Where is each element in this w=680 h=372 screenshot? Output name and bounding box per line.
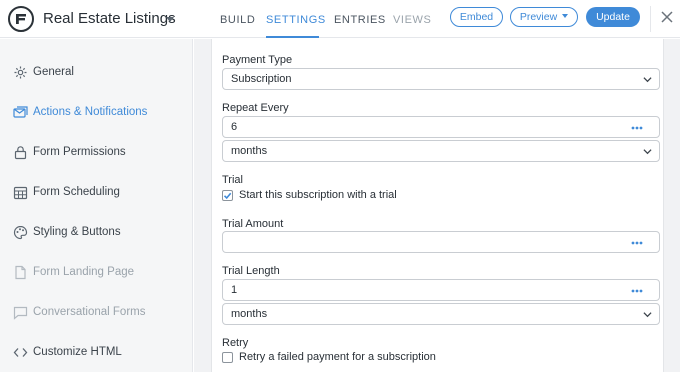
trial-amount-label: Trial Amount bbox=[222, 218, 284, 230]
sidebar-item-label: Actions & Notifications bbox=[33, 106, 148, 118]
sidebar-item-label: Form Scheduling bbox=[33, 186, 120, 198]
more-dots-icon[interactable] bbox=[631, 126, 643, 130]
sidebar-item-conversational-forms[interactable]: Conversational Forms bbox=[0, 301, 193, 325]
code-icon bbox=[13, 345, 28, 360]
retry-label: Retry bbox=[222, 337, 249, 349]
more-dots-icon[interactable] bbox=[631, 289, 643, 293]
top-bar: Real Estate Listings BUILD SETTINGS ENTR… bbox=[0, 0, 680, 38]
tab-entries[interactable]: ENTRIES bbox=[334, 14, 386, 26]
active-tab-indicator bbox=[266, 36, 319, 38]
chevron-down-icon bbox=[643, 77, 652, 83]
sidebar-item-form-scheduling[interactable]: Form Scheduling bbox=[0, 181, 193, 205]
payment-settings-panel: Payment Type Subscription Repeat Every 6… bbox=[211, 39, 664, 372]
more-dots-icon[interactable] bbox=[631, 241, 643, 245]
notifications-icon bbox=[13, 105, 28, 120]
repeat-every-label: Repeat Every bbox=[222, 102, 289, 114]
settings-sidebar: General Actions & Notifications Form Per… bbox=[0, 39, 193, 372]
trial-amount-input[interactable] bbox=[222, 231, 660, 253]
trial-length-value: 1 bbox=[231, 284, 238, 296]
trial-checkbox[interactable] bbox=[222, 190, 233, 201]
sidebar-item-label: General bbox=[33, 66, 74, 78]
form-title[interactable]: Real Estate Listings bbox=[43, 10, 176, 27]
repeat-every-input[interactable]: 6 bbox=[222, 116, 660, 138]
payment-type-select[interactable]: Subscription bbox=[222, 68, 660, 90]
chat-icon bbox=[13, 305, 28, 320]
close-icon[interactable] bbox=[659, 9, 675, 25]
preview-button[interactable]: Preview bbox=[510, 7, 578, 27]
trial-length-label: Trial Length bbox=[222, 265, 280, 277]
repeat-every-unit-value: months bbox=[231, 145, 268, 157]
sidebar-item-styling-buttons[interactable]: Styling & Buttons bbox=[0, 221, 193, 245]
sidebar-item-label: Form Landing Page bbox=[33, 266, 135, 278]
tab-build[interactable]: BUILD bbox=[220, 14, 255, 26]
lock-icon bbox=[13, 145, 28, 160]
trial-label: Trial bbox=[222, 174, 243, 186]
checkmark-icon bbox=[223, 192, 232, 200]
sidebar-item-customize-html[interactable]: Customize HTML bbox=[0, 341, 193, 365]
retry-checkbox-label[interactable]: Retry a failed payment for a subscriptio… bbox=[239, 351, 436, 363]
sidebar-item-actions-notifications[interactable]: Actions & Notifications bbox=[0, 101, 193, 125]
settings-main: Payment Type Subscription Repeat Every 6… bbox=[194, 39, 680, 372]
payment-type-value: Subscription bbox=[231, 73, 292, 85]
gear-icon bbox=[13, 65, 28, 80]
chevron-down-icon bbox=[562, 14, 569, 18]
payment-type-label: Payment Type bbox=[222, 54, 293, 66]
embed-button[interactable]: Embed bbox=[450, 7, 503, 27]
chevron-down-icon[interactable] bbox=[166, 17, 174, 22]
calendar-icon bbox=[13, 185, 28, 200]
trial-checkbox-label[interactable]: Start this subscription with a trial bbox=[239, 189, 397, 201]
palette-icon bbox=[13, 225, 28, 240]
sidebar-item-general[interactable]: General bbox=[0, 61, 193, 85]
sidebar-item-label: Customize HTML bbox=[33, 346, 122, 358]
repeat-every-value: 6 bbox=[231, 121, 238, 133]
sidebar-item-label: Form Permissions bbox=[33, 146, 126, 158]
sidebar-item-label: Conversational Forms bbox=[33, 306, 146, 318]
update-button[interactable]: Update bbox=[586, 7, 640, 27]
preview-button-label: Preview bbox=[519, 11, 558, 23]
chevron-down-icon bbox=[643, 149, 652, 155]
sidebar-item-label: Styling & Buttons bbox=[33, 226, 121, 238]
chevron-down-icon bbox=[643, 312, 652, 318]
repeat-every-unit-select[interactable]: months bbox=[222, 140, 660, 162]
header-divider bbox=[650, 6, 651, 32]
page-icon bbox=[13, 265, 28, 280]
tab-settings[interactable]: SETTINGS bbox=[266, 14, 326, 26]
formidable-logo-icon[interactable] bbox=[8, 6, 34, 32]
retry-checkbox[interactable] bbox=[222, 352, 233, 363]
trial-length-input[interactable]: 1 bbox=[222, 279, 660, 301]
sidebar-item-form-landing-page[interactable]: Form Landing Page bbox=[0, 261, 193, 285]
trial-length-unit-value: months bbox=[231, 308, 268, 320]
trial-length-unit-select[interactable]: months bbox=[222, 303, 660, 325]
tab-views[interactable]: VIEWS bbox=[393, 14, 431, 26]
sidebar-item-form-permissions[interactable]: Form Permissions bbox=[0, 141, 193, 165]
